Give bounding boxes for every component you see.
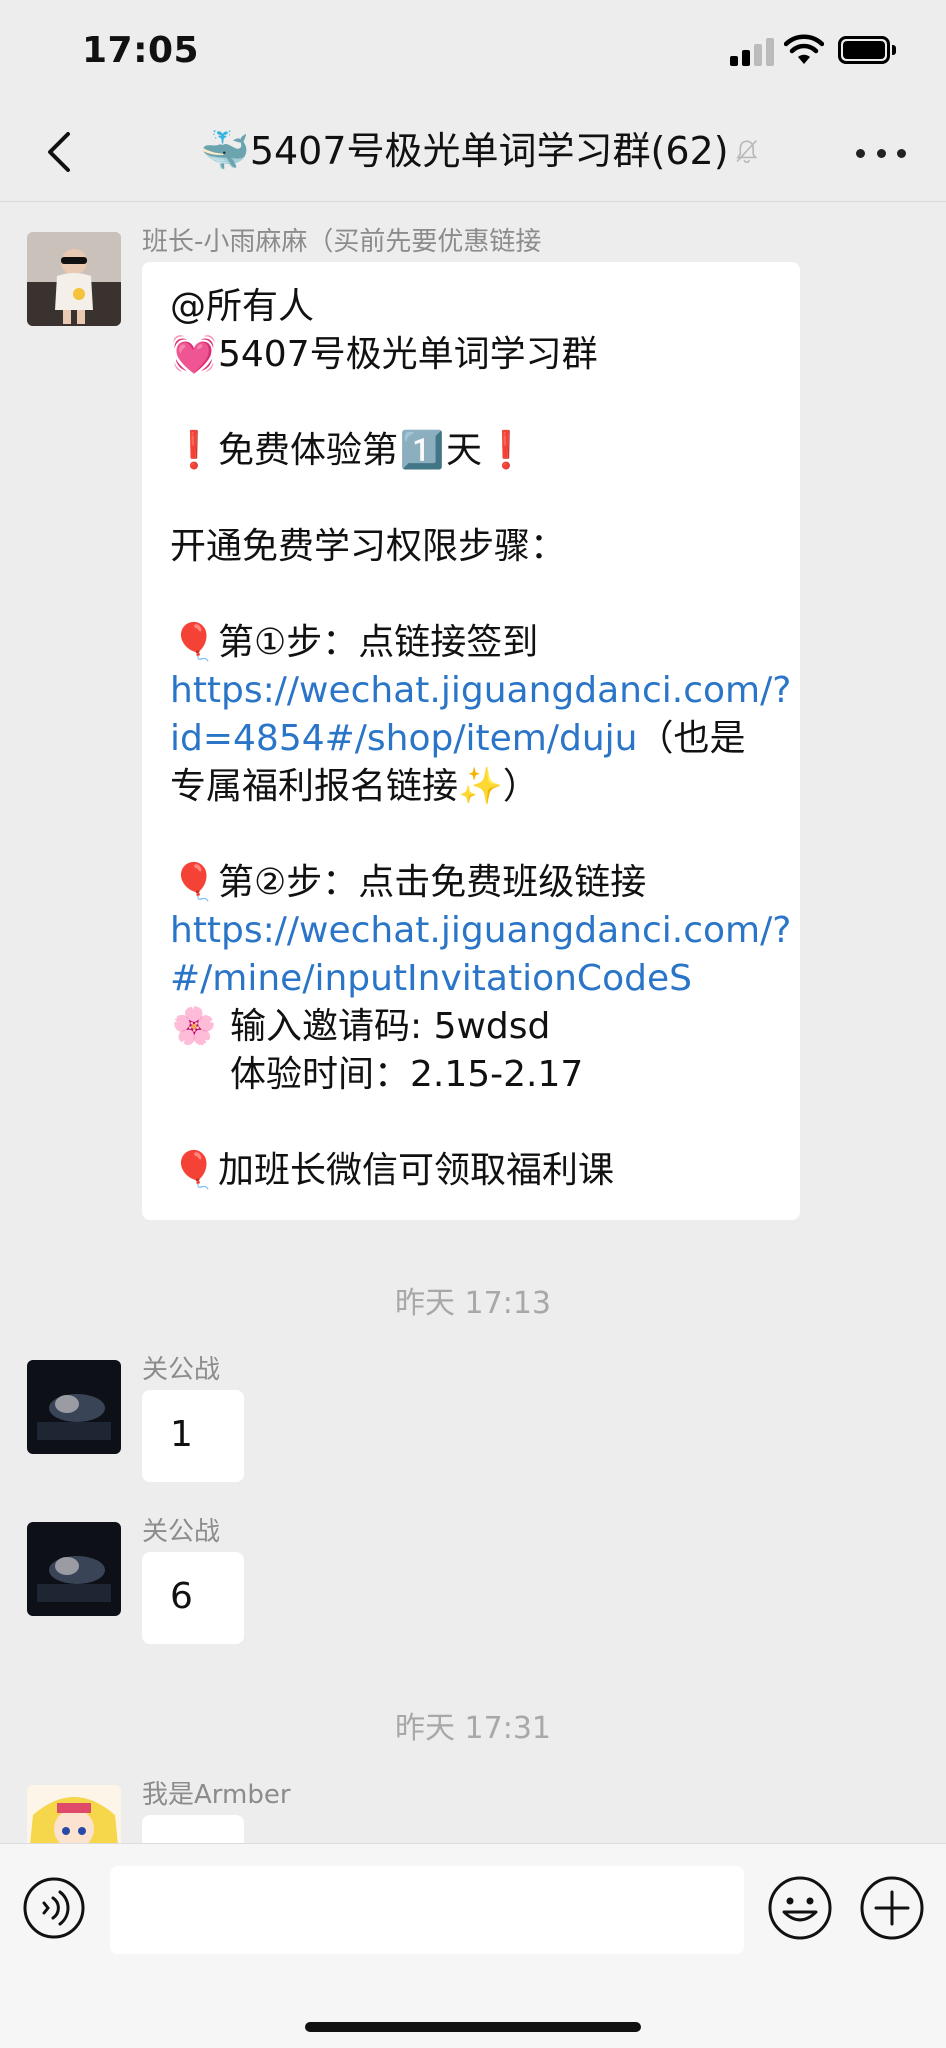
trial-period-text: 体验时间：2.15-2.17 <box>230 1054 584 1095</box>
more-dot <box>876 148 886 158</box>
sparkles-emoji: ✨ <box>458 766 503 807</box>
sender-name: 班长-小雨麻麻（买前先要优惠链接 <box>142 227 542 257</box>
step-one-text: 第①步：点链接签到 <box>218 622 539 663</box>
signin-link[interactable]: id=4854#/shop/item/duju <box>170 718 637 759</box>
bell-off-icon <box>735 139 757 164</box>
back-button[interactable] <box>30 122 90 182</box>
whale-emoji: 🐳 <box>200 128 250 174</box>
avatar[interactable] <box>27 1360 121 1454</box>
status-time: 17:05 <box>82 30 200 71</box>
voice-button[interactable] <box>22 1876 86 1940</box>
balloon-emoji: 🎈 <box>171 1150 217 1191</box>
chat-title-text: 5407号极光单词学习群(62) <box>249 129 729 173</box>
message-line: 专属福利报名链接✨） <box>170 763 780 811</box>
plus-icon <box>860 1876 924 1940</box>
status-bar: 17:05 <box>0 0 946 100</box>
message-bubble[interactable] <box>142 1815 244 1843</box>
more-dot <box>856 148 865 158</box>
blossom-emoji: 🌸 <box>171 1006 217 1047</box>
input-bar <box>0 1843 946 2048</box>
avatar[interactable] <box>27 1522 121 1616</box>
message-line: id=4854#/shop/item/duju（也是 <box>170 715 780 763</box>
message-line: 🎈第①步：点链接签到 <box>170 619 780 667</box>
timestamp: 昨天 17:13 <box>395 1286 551 1321</box>
message-text: 1 <box>170 1414 193 1455</box>
sender-name: 关公战 <box>142 1517 221 1547</box>
message-bubble[interactable]: 6 <box>142 1552 244 1644</box>
day-text: 天 <box>446 430 483 471</box>
avatar[interactable] <box>27 1785 121 1843</box>
more-dot <box>897 148 906 158</box>
signal-icon <box>730 38 774 66</box>
message-line: 🌸 输入邀请码: 5wdsd <box>170 1003 780 1051</box>
more-button[interactable] <box>856 138 906 168</box>
message-input[interactable] <box>110 1866 744 1954</box>
timestamp: 昨天 17:31 <box>395 1711 551 1746</box>
sender-name: 关公战 <box>142 1355 221 1385</box>
free-trial-text: 免费体验第 <box>218 430 399 471</box>
battery-icon <box>838 36 896 64</box>
exclamation-emoji: ❗ <box>171 430 217 471</box>
avatar[interactable] <box>27 232 121 326</box>
message-line: 🎈第②步：点击免费班级链接 <box>170 859 780 907</box>
more-functions-button[interactable] <box>858 1874 926 1942</box>
signin-link[interactable]: https://wechat.jiguangdanci.com/? <box>170 667 791 715</box>
balloon-emoji: 🎈 <box>171 622 217 663</box>
close-paren-text: ） <box>502 766 539 807</box>
sender-name: 我是Armber <box>142 1780 291 1810</box>
message-line: 🎈加班长微信可领取福利课 <box>170 1147 780 1195</box>
nav-bar: 🐳 5407号极光单词学习群(62) <box>0 100 946 202</box>
voice-icon <box>23 1877 85 1939</box>
exclamation-emoji: ❗ <box>483 430 529 471</box>
keycap-one-emoji: 1️⃣ <box>399 430 445 471</box>
class-link[interactable]: #/mine/inputInvitationCodeS <box>170 955 780 1003</box>
message-text: @所有人 💓5407号极光单词学习群 ❗免费体验第1️⃣天❗ 开通免费学习权限步… <box>170 283 791 1195</box>
invite-code-text: 输入邀请码: 5wdsd <box>230 1006 551 1047</box>
benefit-course-text: 加班长微信可领取福利课 <box>218 1150 615 1191</box>
note-text: （也是 <box>637 718 746 759</box>
emoji-icon <box>768 1876 832 1940</box>
home-indicator[interactable] <box>305 2022 641 2032</box>
message-line: @所有人 <box>170 286 315 327</box>
chat-title: 🐳 5407号极光单词学习群(62) <box>200 126 760 176</box>
balloon-emoji: 🎈 <box>171 862 217 903</box>
message-bubble[interactable]: 1 <box>142 1390 244 1482</box>
group-name-text: 5407号极光单词学习群 <box>218 334 598 375</box>
class-link[interactable]: https://wechat.jiguangdanci.com/? <box>170 907 791 955</box>
message-line: ❗免费体验第1️⃣天❗ <box>170 427 780 475</box>
message-text: 6 <box>170 1576 193 1617</box>
chat-area[interactable]: 班长-小雨麻麻（买前先要优惠链接 @所有人 💓5407号极光单词学习群 ❗免费体… <box>0 203 946 1843</box>
benefit-text: 专属福利报名链接 <box>170 766 459 807</box>
message-line: 开通免费学习权限步骤： <box>170 526 567 567</box>
heart-emoji: 💓 <box>171 334 217 375</box>
message-line: 💓5407号极光单词学习群 <box>170 331 780 379</box>
step-two-text: 第②步：点击免费班级链接 <box>218 862 647 903</box>
emoji-button[interactable] <box>766 1874 834 1942</box>
wifi-icon <box>783 34 825 66</box>
chevron-left-icon <box>48 132 70 172</box>
